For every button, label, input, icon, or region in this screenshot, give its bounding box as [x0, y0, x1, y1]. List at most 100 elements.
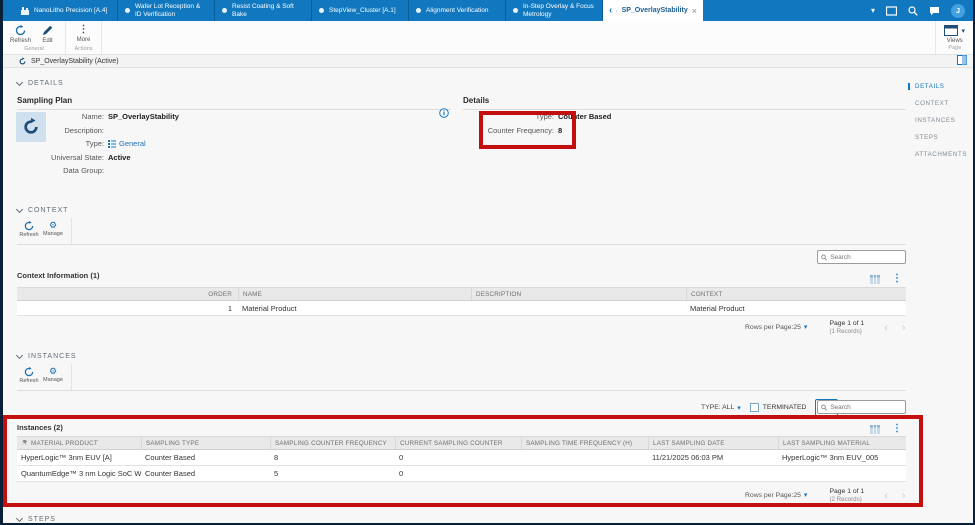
columns-icon[interactable]	[870, 274, 880, 284]
info-icon[interactable]	[439, 108, 449, 118]
tab-label: In-Step Overlay & Focus Metrology	[523, 2, 594, 18]
topbar-actions: ▾ J	[871, 0, 973, 21]
step-dot-icon	[222, 8, 227, 13]
app-window: NanoLitho Precision [A.4] Wafer Lot Rece…	[3, 0, 973, 523]
section-instances[interactable]: INSTANCES	[15, 351, 77, 360]
section-label: DETAILS	[28, 80, 64, 87]
manage-icon: ⚙	[48, 366, 58, 376]
column-header[interactable]: SAMPLING TIME FREQUENCY (H)	[521, 437, 648, 449]
prev-page-button[interactable]: ‹	[884, 322, 888, 334]
column-header-material[interactable]: MATERIAL PRODUCT	[17, 437, 141, 449]
refresh-button[interactable]: Refresh	[17, 218, 41, 244]
prev-page-button[interactable]: ‹	[884, 490, 888, 502]
search-icon[interactable]	[908, 5, 918, 16]
sampling-plan-icon	[616, 9, 618, 11]
chevron-down-icon[interactable]: ▾	[871, 6, 875, 15]
ribbon-group-actions: ⋮ More Actions	[66, 21, 102, 54]
column-header[interactable]: LAST SAMPLING MATERIAL	[778, 437, 906, 449]
edit-button[interactable]: Edit	[34, 23, 61, 45]
cell-name: Material Product	[242, 303, 297, 313]
context-pagination: Rows per Page:25 ▾ Page 1 of 1 (1 Record…	[745, 320, 906, 335]
nav-item-steps[interactable]: STEPS	[908, 134, 967, 141]
column-header[interactable]: CURRENT SAMPLING COUNTER	[395, 437, 521, 449]
chevron-left-icon[interactable]: ‹	[609, 5, 612, 16]
section-context[interactable]: CONTEXT	[15, 205, 68, 214]
chevron-down-icon	[15, 78, 24, 86]
cell-material-product-link[interactable]: QuantumEdge™ 3 nm Logic SoC Wafer (300 m…	[17, 466, 141, 481]
field-type: Type: Counter Based	[463, 110, 906, 124]
terminated-label: TERMINATED	[762, 404, 807, 411]
tab-nanolitho-precision[interactable]: NanoLitho Precision [A.4]	[14, 0, 118, 21]
tab-wafer-lot-reception[interactable]: Wafer Lot Reception & ID Verification	[118, 0, 215, 21]
ribbon-group-page: ▾ Views Page	[935, 21, 973, 54]
tab-strip: NanoLitho Precision [A.4] Wafer Lot Rece…	[3, 0, 703, 21]
cell-sampling-counter-frequency: 5	[274, 469, 279, 478]
tab-alignment-verification[interactable]: Alignment Verification	[409, 0, 506, 21]
manage-label: Manage	[43, 231, 63, 237]
menu-dots-icon[interactable]: ⋮	[892, 424, 902, 434]
terminated-filter[interactable]: TERMINATED	[749, 403, 807, 412]
nav-item-attachments[interactable]: ATTACHMENTS	[908, 151, 967, 158]
step-dot-icon	[416, 8, 421, 13]
column-header[interactable]: SAMPLING COUNTER FREQUENCY	[270, 437, 395, 449]
nav-item-context[interactable]: CONTEXT	[908, 100, 967, 107]
column-header[interactable]: SAMPLING TYPE	[141, 437, 270, 449]
rows-per-page-label: Rows per Page:25	[745, 491, 801, 499]
rows-per-page-selector[interactable]: Rows per Page:25 ▾	[745, 491, 807, 500]
breadcrumb-title: SP_OverlayStability (Active)	[31, 57, 119, 65]
fullscreen-icon[interactable]	[886, 5, 897, 16]
list-icon	[108, 139, 116, 148]
column-header[interactable]: NAME	[238, 288, 471, 300]
column-header[interactable]: LAST SAMPLING DATE	[648, 437, 778, 449]
columns-icon[interactable]	[870, 424, 880, 434]
next-page-button[interactable]: ›	[902, 490, 906, 502]
terminated-checkbox[interactable]	[749, 403, 759, 412]
nav-item-instances[interactable]: INSTANCES	[908, 117, 967, 124]
sampling-plan-thumbnail	[16, 112, 46, 142]
rows-per-page-selector[interactable]: Rows per Page:25 ▾	[745, 323, 807, 332]
column-header[interactable]: ORDER	[17, 288, 238, 300]
cell-material-product-link[interactable]: HyperLogic™ 3nm EUV [A]	[17, 450, 141, 465]
tab-sp-overlaystability-active[interactable]: ‹ SP_OverlayStability ×	[603, 0, 703, 21]
refresh-button[interactable]: Refresh	[7, 23, 34, 45]
manage-button[interactable]: ⚙ Manage	[41, 218, 65, 244]
panel-title: Sampling Plan	[17, 96, 451, 110]
type-filter-dropdown[interactable]: TYPE: ALL ▾	[701, 404, 741, 412]
tab-stepview-cluster[interactable]: StepView_Cluster [A.1]	[312, 0, 409, 21]
top-bar: NanoLitho Precision [A.4] Wafer Lot Rece…	[3, 0, 973, 21]
refresh-button[interactable]: Refresh	[17, 364, 41, 390]
chevron-down-icon	[15, 351, 24, 359]
search-input[interactable]	[830, 403, 902, 411]
tab-instep-overlay[interactable]: In-Step Overlay & Focus Metrology	[506, 0, 603, 21]
table-row[interactable]: HyperLogic™ 3nm EUV [A] Counter Based 8 …	[17, 450, 906, 466]
type-link[interactable]: General	[119, 139, 146, 148]
ribbon-group-label: Actions	[74, 46, 93, 52]
manage-button[interactable]: ⚙ Manage	[41, 364, 65, 390]
tab-resist-coating[interactable]: Resist Coating & Soft Bake	[215, 0, 312, 21]
chat-icon[interactable]	[929, 6, 940, 16]
table-row[interactable]: 1 Material Product Material Product	[17, 301, 906, 316]
cell-order: 1	[227, 303, 232, 313]
nav-item-details[interactable]: DETAILS	[908, 83, 967, 90]
menu-dots-icon[interactable]: ⋮	[892, 274, 902, 284]
more-button[interactable]: ⋮ More	[70, 23, 97, 45]
field-description: Description:	[51, 124, 451, 138]
caret-down-icon: ▾	[737, 404, 741, 412]
page-label: Page 1 of 1	[829, 320, 865, 327]
section-steps[interactable]: STEPS	[15, 514, 56, 523]
table-row[interactable]: QuantumEdge™ 3 nm Logic SoC Wafer (300 m…	[17, 466, 906, 482]
section-label: STEPS	[28, 516, 56, 523]
edit-label: Edit	[42, 38, 53, 44]
column-header[interactable]: DESCRIPTION	[471, 288, 686, 300]
section-details[interactable]: DETAILS	[15, 78, 64, 87]
panel-toggle-icon[interactable]	[957, 55, 967, 65]
cell-last-sampling-date	[648, 466, 778, 481]
field-data-group: Data Group:	[51, 164, 451, 178]
column-header[interactable]: CONTEXT	[686, 288, 906, 300]
manage-icon: ⚙	[48, 220, 58, 230]
avatar[interactable]: J	[951, 3, 965, 18]
search-input[interactable]	[830, 253, 902, 261]
close-icon[interactable]: ×	[692, 6, 697, 16]
next-page-button[interactable]: ›	[902, 322, 906, 334]
views-button[interactable]: ▾	[944, 23, 965, 36]
